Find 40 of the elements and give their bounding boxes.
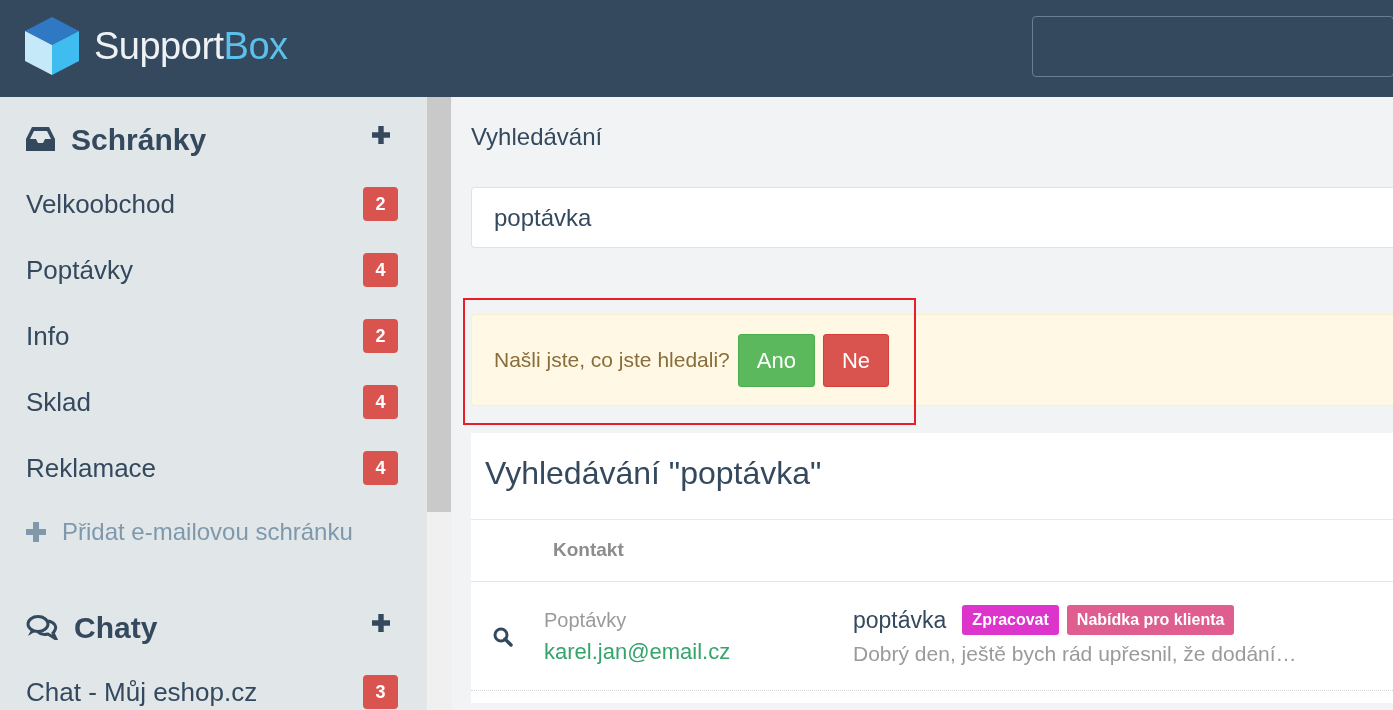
count-badge: 4	[363, 253, 398, 287]
search-icon	[493, 626, 513, 647]
scrollbar-thumb[interactable]	[427, 97, 451, 512]
section-title: Chaty	[74, 609, 158, 646]
tag-label: Nabídka pro klienta	[1066, 605, 1235, 636]
mailbox-item[interactable]: Velkoobchod 2	[26, 171, 398, 237]
feedback-question: Našli jste, co jste hledali?	[494, 347, 730, 374]
no-button[interactable]: Ne	[822, 333, 890, 387]
mailbox-item[interactable]: Chat - Můj eshop.cz 3	[26, 659, 398, 710]
chat-icon	[26, 614, 58, 640]
count-badge: 2	[363, 319, 398, 353]
tag-label: Zpracovat	[962, 605, 1059, 636]
app-logo[interactable]: SupportBox	[94, 17, 288, 75]
item-label: Sklad	[26, 385, 92, 419]
search-field[interactable]: poptávka	[471, 187, 1393, 248]
inbox-icon	[26, 127, 55, 151]
search-field[interactable]	[1032, 16, 1393, 77]
mailbox-item[interactable]: Sklad 4	[26, 369, 398, 435]
item-label: Chat - Můj eshop.cz	[26, 675, 258, 709]
results-title: Vyhledávání "poptávka"	[471, 433, 1393, 520]
plus-icon	[26, 522, 46, 542]
count-badge: 3	[363, 675, 398, 709]
count-badge: 4	[363, 451, 398, 485]
result-row[interactable]: Poptávky karel.jan@email.cz poptávka Zpracovat Nabídka pro klienta Dobrý den, ještě bych rád upřesnil, že dodání…	[471, 582, 1393, 691]
section-title: Schránky	[71, 121, 207, 158]
mailbox-item[interactable]: Reklamace 4	[26, 435, 398, 501]
message-preview: Dobrý den, ještě bych rád upřesnil, že dodání…	[853, 640, 1297, 667]
mailbox-item[interactable]: Info 2	[26, 303, 398, 369]
item-label: Poptávky	[26, 253, 133, 287]
item-label: Velkoobchod	[26, 187, 175, 221]
cube-logo-icon	[24, 17, 80, 75]
mailbox-name: Poptávky	[544, 607, 628, 633]
mailbox-item[interactable]: Poptávky 4	[26, 237, 398, 303]
count-badge: 2	[363, 187, 398, 221]
count-badge: 4	[363, 385, 398, 419]
item-label: Reklamace	[26, 451, 157, 485]
column-header: Kontakt	[553, 538, 624, 563]
message-subject: poptávka	[853, 606, 947, 635]
item-label: Info	[26, 319, 70, 353]
page-title: Vyhledávání	[471, 122, 604, 152]
